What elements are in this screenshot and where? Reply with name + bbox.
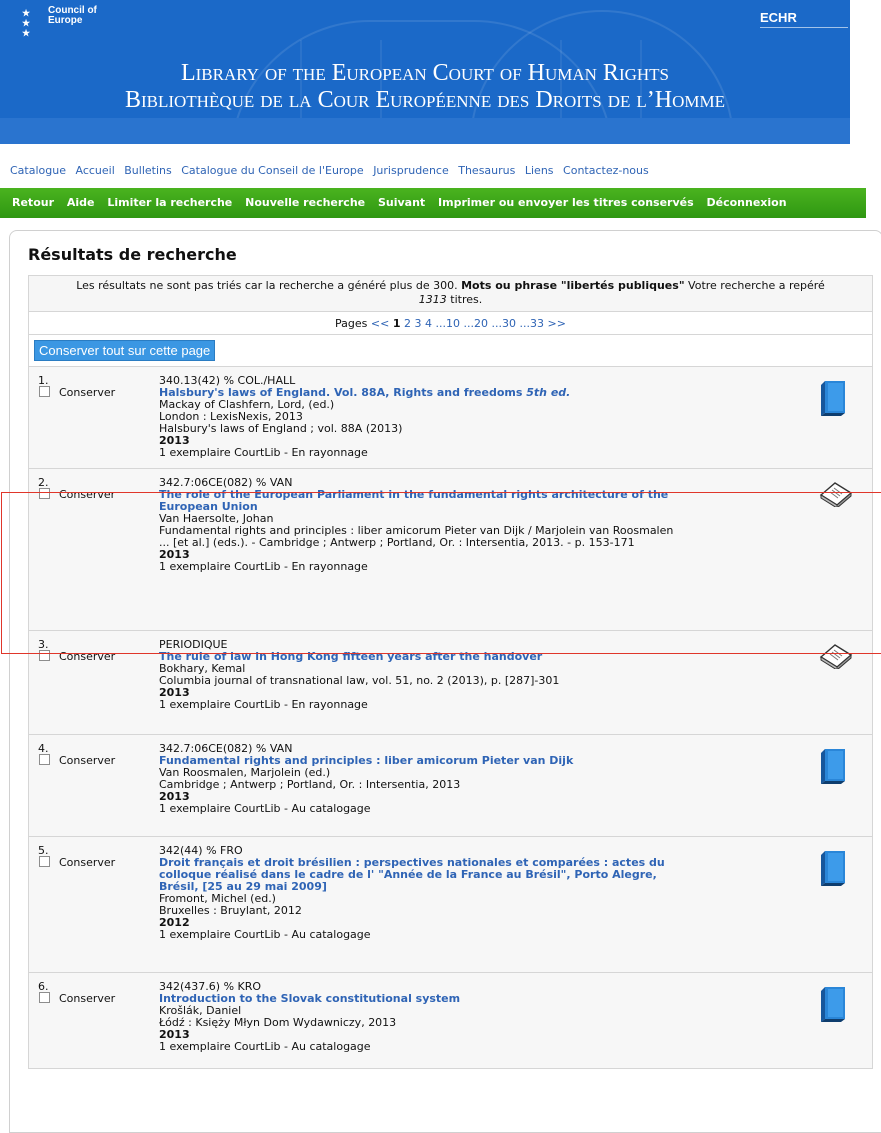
record-edition[interactable]: 5th ed. — [526, 386, 570, 399]
page-link[interactable]: 4 — [425, 317, 432, 330]
result-record: 3. Conserver PERIODIQUE The rule of law in … — [28, 631, 873, 735]
save-all-button[interactable]: Conserver tout sur cette page — [34, 340, 216, 361]
record-holding: 1 exemplaire CourtLib - En rayonnage — [159, 698, 368, 711]
echr-link[interactable]: ECHR — [760, 8, 848, 28]
record-body: 342.7:06CE(082) % VAN The role of the Eur… — [159, 477, 679, 573]
result-record: 1. Conserver 340.13(42) % COL./HALL Halsbur… — [28, 367, 873, 469]
result-count: 1313 — [418, 293, 447, 306]
nav-liens[interactable]: Liens — [525, 164, 554, 177]
conserver-label: Conserver — [59, 856, 116, 869]
pages-next[interactable]: >> — [548, 317, 566, 330]
action-bar: Retour Aide Limiter la recherche Nouvell… — [0, 188, 866, 218]
logo-line-2: Europe — [48, 15, 83, 26]
record-holding: 1 exemplaire CourtLib - Au catalogage — [159, 928, 371, 941]
record-body: 342(437.6) % KRO Introduction to the Slov… — [159, 981, 679, 1053]
record-detail: Columbia journal of transnational law, v… — [159, 674, 560, 687]
conserver-checkbox[interactable] — [39, 856, 50, 867]
page-link[interactable]: 2 — [404, 317, 411, 330]
page-title: Résultats de recherche — [28, 245, 237, 264]
info-query: Mots ou phrase "libertés publiques" — [461, 279, 685, 292]
site-banner: ★ ★ ★ Council of Europe ECHR Library of t… — [0, 0, 850, 144]
results-table: Les résultats ne sont pas triés car la r… — [28, 275, 873, 1069]
info-prefix: Les résultats ne sont pas triés car la r… — [76, 279, 458, 292]
banner-title-fr: Bibliothèque de la Cour Européenne des D… — [124, 87, 726, 113]
article-icon[interactable] — [819, 643, 853, 672]
book-icon[interactable] — [819, 747, 849, 788]
nav-thesaurus[interactable]: Thesaurus — [458, 164, 515, 177]
result-record: 6. Conserver 342(437.6) % KRO Introduction … — [28, 973, 873, 1069]
nav-contact[interactable]: Contactez-nous — [563, 164, 649, 177]
book-icon[interactable] — [819, 849, 849, 890]
record-detail: Łódź : Księży Młyn Dom Wydawniczy, 2013 — [159, 1016, 397, 1029]
conserver-label: Conserver — [59, 754, 116, 767]
record-detail: Cambridge ; Antwerp ; Portland, Or. : In… — [159, 778, 461, 791]
page-link[interactable]: 3 — [415, 317, 422, 330]
nav-catalogue-conseil[interactable]: Catalogue du Conseil de l'Europe — [181, 164, 363, 177]
record-holding: 1 exemplaire CourtLib - En rayonnage — [159, 446, 368, 459]
search-info: Les résultats ne sont pas triés car la r… — [28, 275, 873, 312]
record-holding: 1 exemplaire CourtLib - En rayonnage — [159, 560, 368, 573]
record-title-link[interactable]: The role of the European Parliament in t… — [159, 489, 679, 513]
record-body: 342.7:06CE(082) % VAN Fundamental rights … — [159, 743, 679, 815]
info-suffix: titres. — [450, 293, 483, 306]
result-record: 2. Conserver 342.7:06CE(082) % VAN The role… — [28, 469, 873, 631]
action-deconnexion[interactable]: Déconnexion — [706, 196, 786, 209]
page-link[interactable]: ...10 — [436, 317, 461, 330]
action-limiter[interactable]: Limiter la recherche — [107, 196, 232, 209]
info-mid: Votre recherche a repéré — [688, 279, 825, 292]
record-holding: 1 exemplaire CourtLib - Au catalogage — [159, 1040, 371, 1053]
conserver-label: Conserver — [59, 386, 116, 399]
book-icon[interactable] — [819, 985, 849, 1026]
conserver-checkbox[interactable] — [39, 650, 50, 661]
book-icon[interactable] — [819, 379, 849, 420]
nav-bulletins[interactable]: Bulletins — [124, 164, 171, 177]
conserver-label: Conserver — [59, 488, 116, 501]
pagination: Pages << 1 2 3 4 ...10 ...20 ...30 ...33… — [28, 312, 873, 335]
record-title[interactable]: The role of the European Parliament in t… — [159, 488, 668, 513]
action-nouvelle-recherche[interactable]: Nouvelle recherche — [245, 196, 365, 209]
action-retour[interactable]: Retour — [12, 196, 54, 209]
record-detail: Halsbury's laws of England ; vol. 88A (2… — [159, 422, 403, 435]
banner-title-en: Library of the European Court of Human R… — [180, 60, 669, 86]
page-link[interactable]: ...33 — [520, 317, 545, 330]
page-current: 1 — [392, 317, 401, 330]
record-body: 342(44) % FRO Droit français et droit bré… — [159, 845, 679, 941]
article-icon[interactable] — [819, 481, 853, 510]
action-aide[interactable]: Aide — [67, 196, 95, 209]
result-record: 4. Conserver 342.7:06CE(082) % VAN Fundamen… — [28, 735, 873, 837]
nav-accueil[interactable]: Accueil — [75, 164, 114, 177]
stars-icon: ★ ★ ★ — [22, 8, 30, 38]
record-title-link[interactable]: Droit français et droit brésilien : pers… — [159, 857, 679, 893]
conserver-checkbox[interactable] — [39, 992, 50, 1003]
results-panel: Résultats de recherche Les résultats ne … — [9, 230, 881, 1133]
page-link[interactable]: ...30 — [492, 317, 517, 330]
top-navigation: Catalogue Accueil Bulletins Catalogue du… — [0, 164, 881, 186]
conserver-checkbox[interactable] — [39, 488, 50, 499]
pages-label: Pages — [335, 317, 368, 330]
record-title[interactable]: Droit français et droit brésilien : pers… — [159, 856, 665, 893]
page-link[interactable]: ...20 — [464, 317, 489, 330]
conserver-checkbox[interactable] — [39, 754, 50, 765]
record-detail: Fundamental rights and principles : libe… — [159, 524, 674, 549]
record-body: PERIODIQUE The rule of law in Hong Kong f… — [159, 639, 679, 711]
pages-prev[interactable]: << — [371, 317, 389, 330]
banner-band — [0, 118, 850, 144]
result-record: 5. Conserver 342(44) % FRO Droit français e… — [28, 837, 873, 973]
record-detail: Bruxelles : Bruylant, 2012 — [159, 904, 302, 917]
record-body: 340.13(42) % COL./HALL Halsbury's laws of… — [159, 375, 679, 459]
nav-catalogue[interactable]: Catalogue — [10, 164, 66, 177]
nav-jurisprudence[interactable]: Jurisprudence — [373, 164, 449, 177]
conserver-checkbox[interactable] — [39, 386, 50, 397]
action-suivant[interactable]: Suivant — [378, 196, 425, 209]
conserver-label: Conserver — [59, 992, 116, 1005]
action-imprimer[interactable]: Imprimer ou envoyer les titres conservés — [438, 196, 694, 209]
save-all-row: Conserver tout sur cette page — [28, 335, 873, 367]
record-holding: 1 exemplaire CourtLib - Au catalogage — [159, 802, 371, 815]
record-list: 1. Conserver 340.13(42) % COL./HALL Halsbur… — [28, 367, 873, 1069]
conserver-label: Conserver — [59, 650, 116, 663]
